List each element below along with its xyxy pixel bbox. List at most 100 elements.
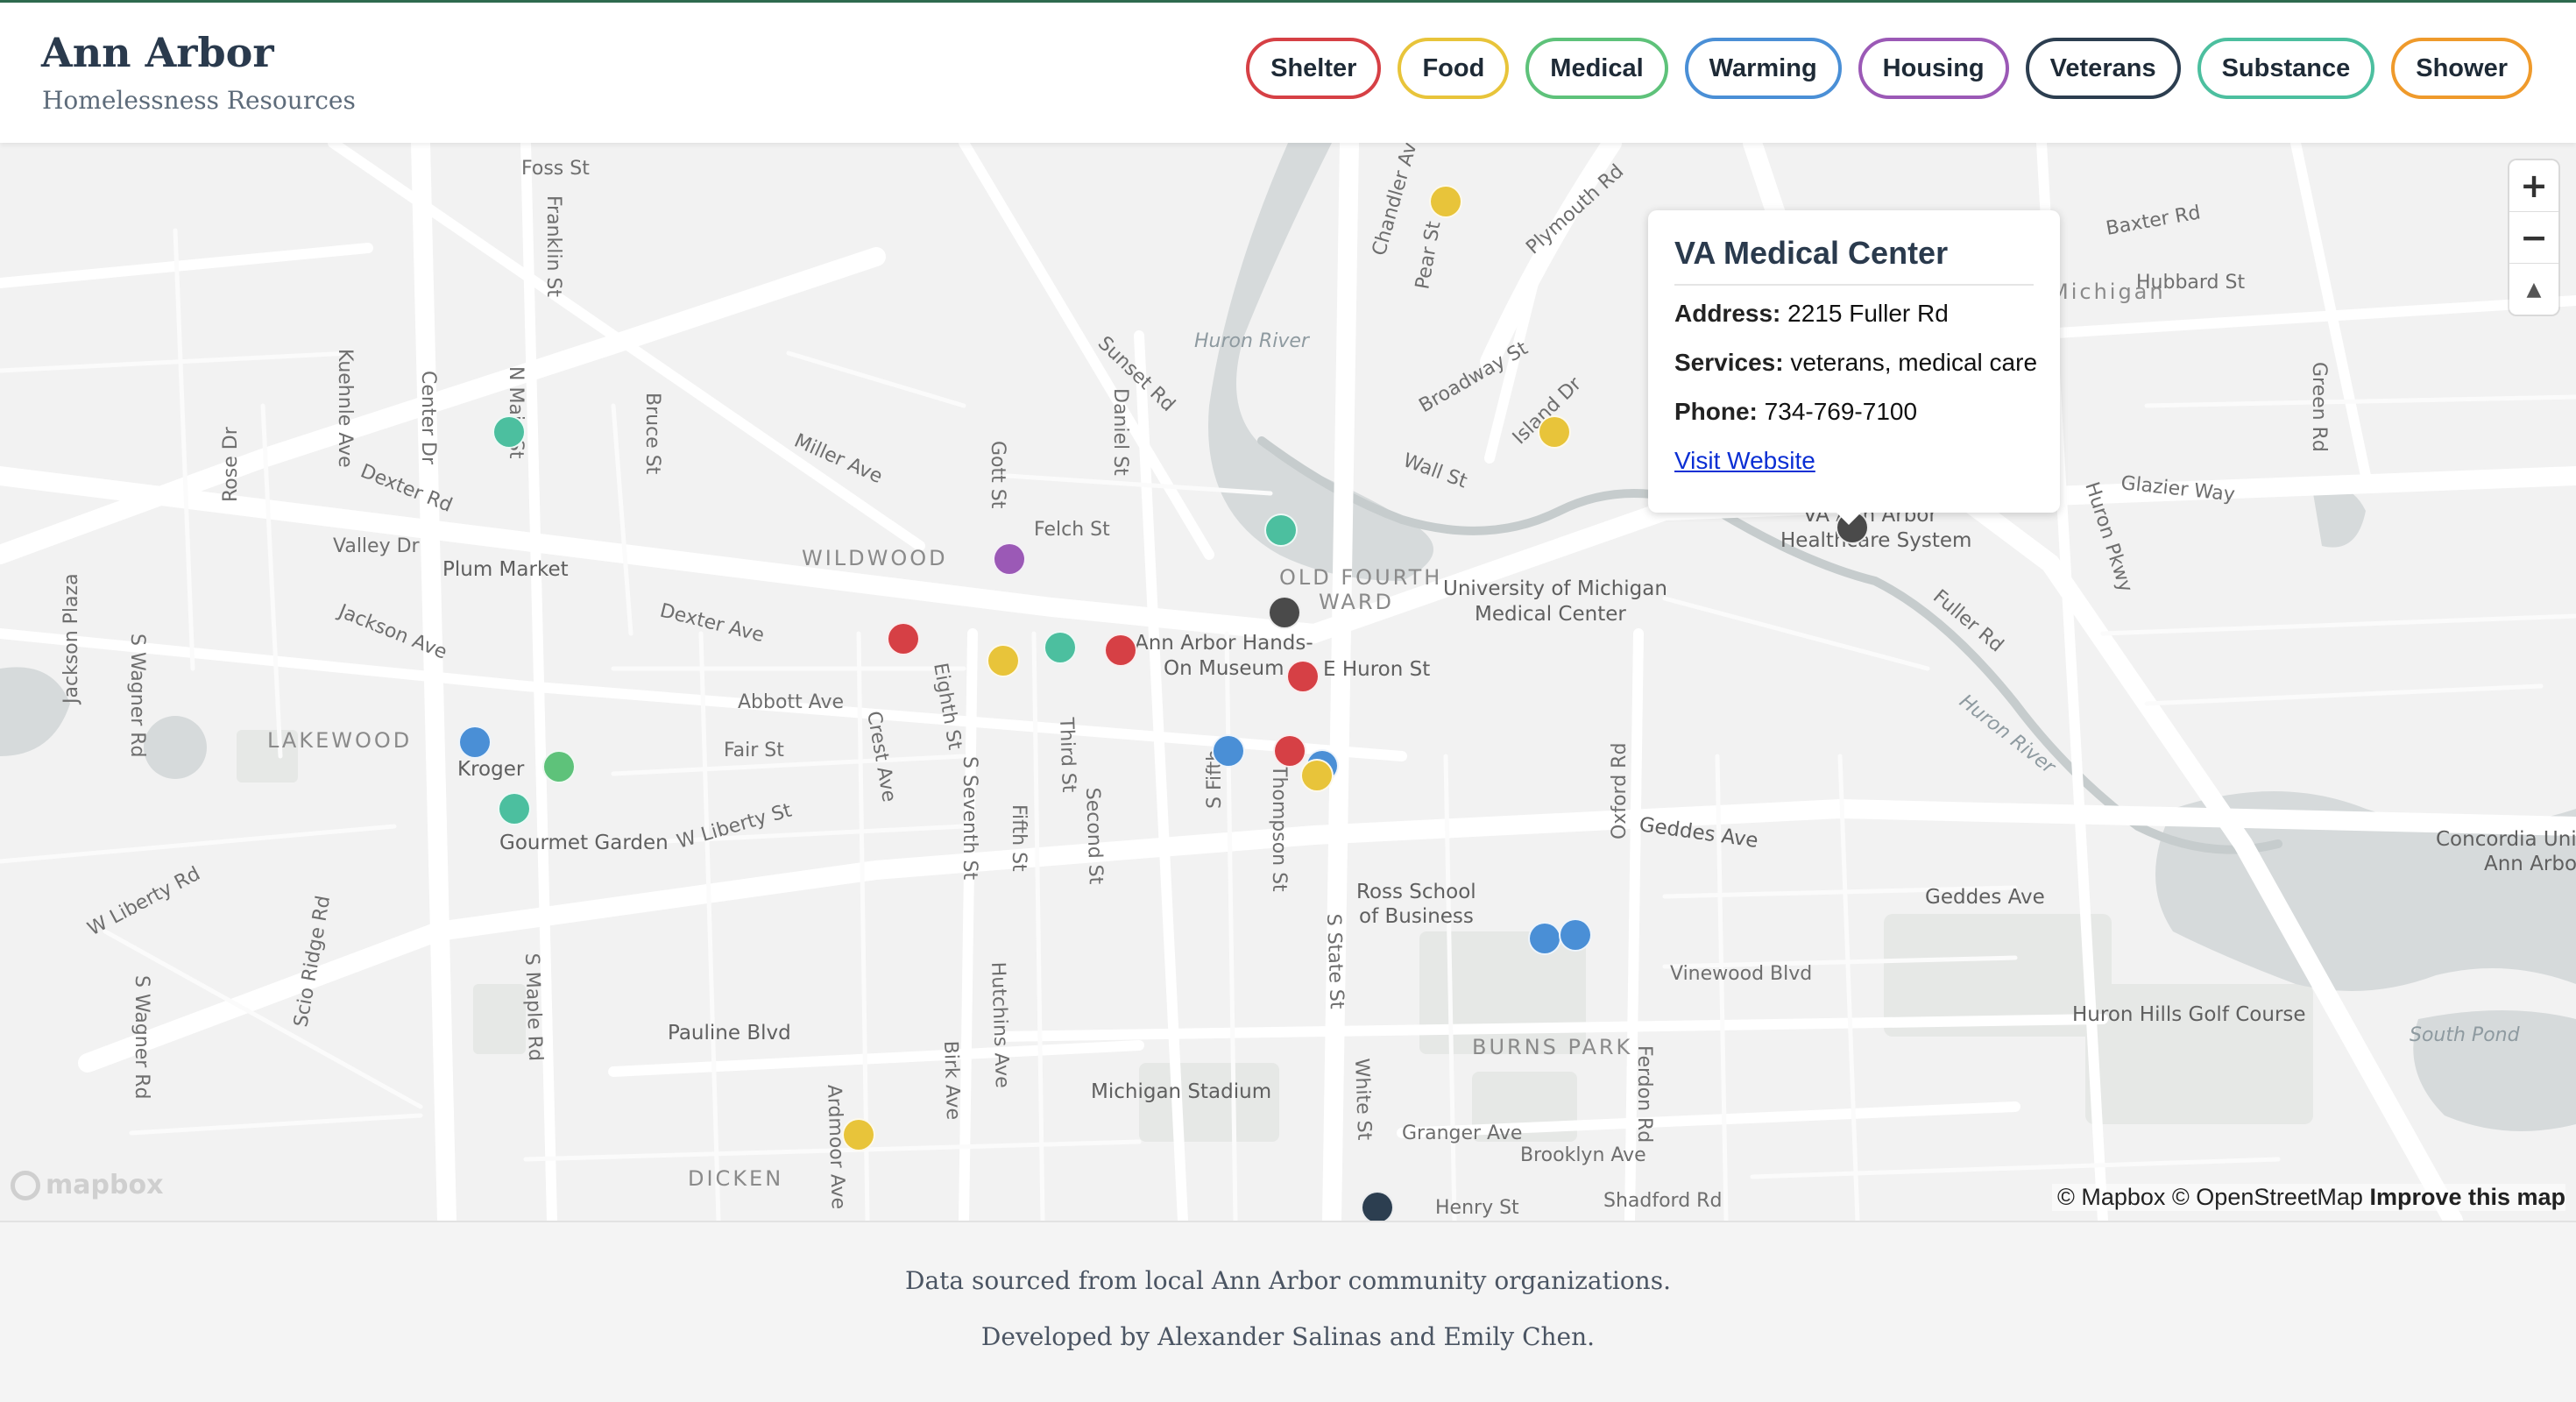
map-label: Wall St: [1400, 450, 1470, 492]
map-label: Shadford Rd: [1603, 1190, 1722, 1212]
filter-substance-button[interactable]: Substance: [2197, 38, 2375, 99]
zoom-out-button[interactable]: −: [2509, 212, 2558, 264]
map-label: Jackson Plaza: [60, 573, 82, 705]
filter-shelter-button[interactable]: Shelter: [1246, 38, 1382, 99]
filter-medical-button[interactable]: Medical: [1525, 38, 1668, 99]
map-label: Abbott Ave: [738, 691, 844, 713]
map-label: Center Dr: [417, 371, 439, 465]
popup-pointer: [1833, 509, 1865, 525]
map-marker-substance[interactable]: [1044, 631, 1077, 664]
filter-warming-button[interactable]: Warming: [1684, 38, 1842, 99]
map-marker-food[interactable]: [987, 644, 1020, 677]
map-label: University of Michigan: [1443, 577, 1667, 600]
map-label: Chandler Ave: [1369, 143, 1425, 258]
map-marker-food[interactable]: [842, 1118, 875, 1151]
map-marker-medical[interactable]: [542, 750, 576, 783]
map-label: Fifth St: [1008, 804, 1030, 872]
site-footer: Data sourced from local Ann Arbor commun…: [0, 1221, 2576, 1402]
popup-phone-label: Phone:: [1674, 398, 1758, 425]
map-marker-veterans[interactable]: [1268, 596, 1301, 629]
site-header: Ann Arbor Homelessness Resources Shelter…: [0, 3, 2576, 143]
map-label: Concordia Univ: [2436, 828, 2576, 851]
footer-data-source: Data sourced from local Ann Arbor commun…: [905, 1266, 1671, 1295]
map-label: W Liberty Rd: [84, 863, 204, 941]
map-marker-warming[interactable]: [1212, 734, 1245, 768]
filter-housing-button[interactable]: Housing: [1858, 38, 2009, 99]
map-marker-shelter[interactable]: [1273, 734, 1306, 768]
map-marker-shelter[interactable]: [887, 622, 920, 655]
popup-website-link[interactable]: Visit Website: [1674, 447, 1815, 474]
map-label: White St: [1350, 1058, 1375, 1141]
popup-services-row: Services: veterans, medical care: [1674, 349, 2038, 377]
popup-services-label: Services:: [1674, 349, 1784, 376]
map-label: Birk Ave: [939, 1040, 964, 1120]
filter-food-button[interactable]: Food: [1398, 38, 1510, 99]
site-title: Ann Arbor: [41, 29, 274, 76]
zoom-in-button[interactable]: +: [2509, 160, 2558, 212]
filter-veterans-button[interactable]: Veterans: [2025, 38, 2181, 99]
map-marker-warming[interactable]: [458, 726, 492, 759]
attribution-text[interactable]: © Mapbox © OpenStreetMap: [2057, 1184, 2363, 1210]
map-label: BURNS PARK: [1472, 1035, 1632, 1059]
popup-address: 2215 Fuller Rd: [1787, 300, 1949, 327]
mapbox-logo[interactable]: mapbox: [11, 1170, 163, 1200]
map-label: W Liberty St: [675, 799, 795, 853]
map-label: Vinewood Blvd: [1670, 963, 1812, 985]
map-label: S Wagner Rd: [131, 975, 152, 1100]
mapbox-logo-icon: [11, 1170, 40, 1200]
popup-address-row: Address: 2215 Fuller Rd: [1674, 300, 2034, 328]
map-marker-housing[interactable]: [993, 542, 1026, 576]
map-label: of Business: [1359, 905, 1474, 928]
map-marker-food[interactable]: [1538, 415, 1571, 449]
map-label: Medical Center: [1475, 603, 1626, 626]
map-marker-veterans[interactable]: [1361, 1191, 1394, 1221]
map-marker-shelter[interactable]: [1104, 634, 1137, 667]
map-label: Plymouth Rd: [1522, 160, 1628, 258]
map-label: Third St: [1055, 716, 1079, 793]
filter-shower-button[interactable]: Shower: [2391, 38, 2532, 99]
map-label: Dexter Ave: [658, 600, 767, 648]
map-marker-substance[interactable]: [498, 792, 531, 825]
map-label: Michigan: [2050, 280, 2166, 304]
map-label: S Maple Rd: [520, 952, 546, 1061]
map-label: Ann Arbor: [2484, 853, 2576, 875]
compass-button[interactable]: ▲: [2509, 264, 2558, 315]
map-label: South Pond: [2410, 1024, 2521, 1046]
map-label: Miller Ave: [791, 430, 886, 488]
map-label: On Museum: [1164, 657, 1284, 680]
map-label: Ferdon Rd: [1633, 1045, 1655, 1143]
map-label: Kuehnle Ave: [334, 349, 356, 468]
map-marker-substance[interactable]: [492, 415, 526, 449]
map-label: LAKEWOOD: [267, 728, 412, 753]
map-label: Dexter Rd: [357, 460, 456, 517]
popup-services: veterans, medical care: [1790, 349, 2038, 376]
map-marker-shelter[interactable]: [1286, 660, 1320, 693]
map-label: Plum Market: [442, 558, 569, 581]
map-marker-substance[interactable]: [1264, 513, 1298, 547]
improve-map-link[interactable]: Improve this map: [2369, 1184, 2565, 1210]
map-marker-food[interactable]: [1429, 185, 1462, 218]
category-filter-bar: Shelter Food Medical Warming Housing Vet…: [1246, 38, 2532, 99]
map-label: Pauline Blvd: [668, 1022, 791, 1044]
map-label: S Wagner Rd: [126, 634, 148, 758]
map-label: Kroger: [457, 758, 525, 781]
map-label: Granger Ave: [1402, 1122, 1522, 1144]
map-label: Fair St: [724, 740, 784, 761]
resource-map[interactable]: Foss St Franklin St N Main St Kuehnle Av…: [0, 143, 2576, 1221]
map-marker-food[interactable]: [1300, 759, 1334, 792]
map-label: Thompson St: [1268, 764, 1290, 892]
map-attribution: © Mapbox © OpenStreetMap Improve this ma…: [2051, 1184, 2565, 1211]
popup-phone: 734-769-7100: [1764, 398, 1918, 425]
map-label: Ardmoor Ave: [823, 1084, 849, 1209]
map-label: Ann Arbor Hands-: [1135, 632, 1313, 655]
map-label: Daniel St: [1109, 388, 1131, 476]
map-label: Green Rd: [2308, 362, 2330, 452]
map-label: Foss St: [521, 158, 590, 180]
map-label: Baxter Rd: [2105, 202, 2203, 240]
map-marker-warming[interactable]: [1559, 918, 1592, 952]
map-label: Michigan Stadium: [1091, 1080, 1271, 1103]
map-marker-warming[interactable]: [1528, 922, 1561, 955]
map-label: Gourmet Garden: [499, 832, 669, 854]
map-label: Bruce St: [641, 393, 663, 475]
map-label: Valley Dr: [333, 535, 421, 557]
